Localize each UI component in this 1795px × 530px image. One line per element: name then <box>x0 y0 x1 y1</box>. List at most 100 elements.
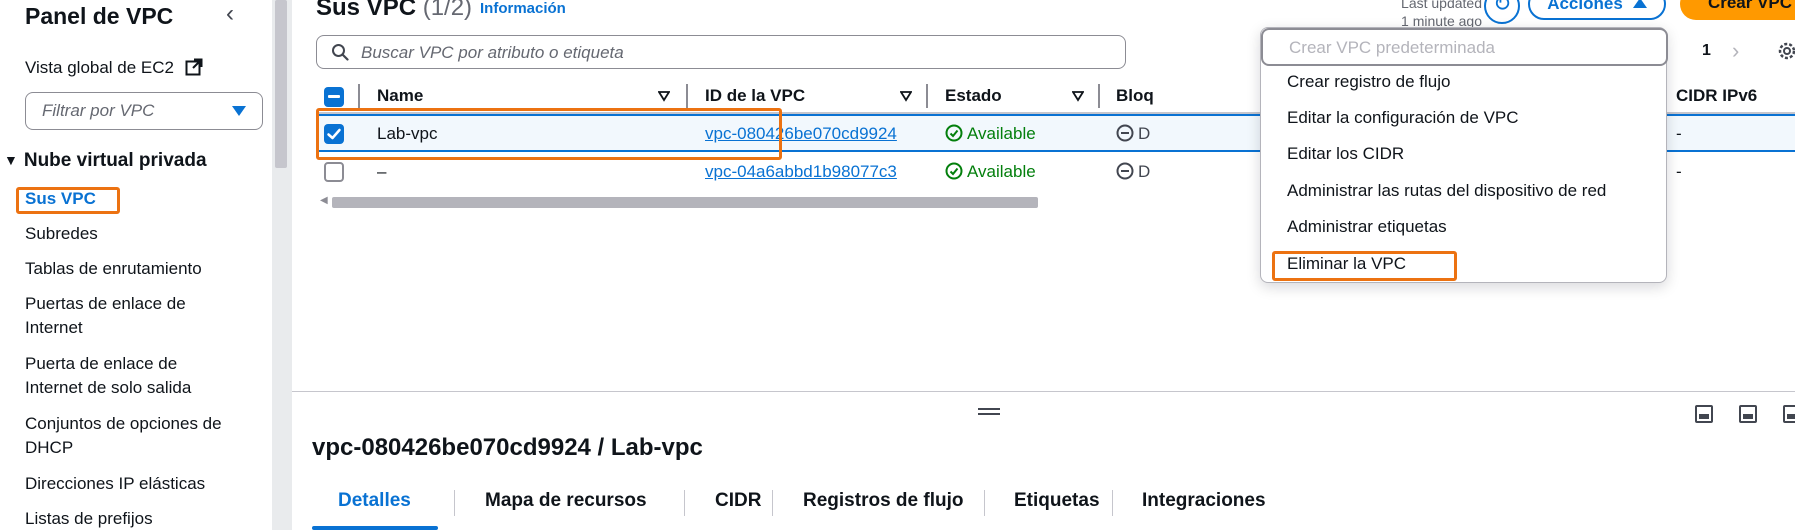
search-input[interactable]: Buscar VPC por atributo o etiqueta <box>316 35 1126 69</box>
search-placeholder: Buscar VPC por atributo o etiqueta <box>361 43 624 62</box>
select-all-checkbox[interactable] <box>324 87 344 107</box>
sidebar-item-egress-only-gateways[interactable]: Puerta de enlace de Internet de solo sal… <box>25 352 235 400</box>
details-title: vpc-080426be070cd9924 / Lab-vpc <box>312 434 703 461</box>
status-text: Available <box>967 162 1036 181</box>
menu-item-create-flow-log[interactable]: Crear registro de flujo <box>1287 70 1450 94</box>
block-text: D <box>1138 162 1151 181</box>
settings-gear-icon[interactable] <box>1776 40 1795 62</box>
menu-item-edit-vpc-settings[interactable]: Editar la configuración de VPC <box>1287 106 1519 130</box>
panel-side-icon[interactable] <box>1739 405 1757 423</box>
menu-item-label: Crear VPC predeterminada <box>1289 38 1495 57</box>
caret-down-icon: ▼ <box>4 152 18 168</box>
column-separator <box>1098 84 1100 108</box>
vpc-id-link[interactable]: vpc-04a6abbd1b98077c3 <box>705 162 897 182</box>
tab-cidr[interactable]: CIDR <box>715 490 761 512</box>
menu-item-edit-cidrs[interactable]: Editar los CIDR <box>1287 142 1404 166</box>
panel-close-icon[interactable] <box>1783 405 1795 423</box>
scroll-left-icon[interactable]: ◀ <box>320 195 328 206</box>
selection-count: (1/2) <box>422 0 473 21</box>
highlight-box <box>316 108 782 160</box>
menu-item-manage-tags[interactable]: Administrar etiquetas <box>1287 215 1447 239</box>
block-text: D <box>1138 124 1151 143</box>
column-header-vpc-id[interactable]: ID de la VPC <box>705 86 805 106</box>
sidebar-item-route-tables[interactable]: Tablas de enrutamiento <box>25 257 202 281</box>
highlight-box <box>1272 251 1457 281</box>
vpc-name: – <box>377 162 387 181</box>
collapse-sidebar-icon[interactable]: ‹ <box>226 2 248 26</box>
status-badge: Available <box>945 162 1036 182</box>
minus-circle-icon <box>1116 162 1134 180</box>
check-circle-icon <box>945 124 963 142</box>
scrollbar-thumb[interactable] <box>332 197 1038 208</box>
ipv6-cidr: - <box>1676 162 1682 181</box>
column-header-ipv6-cidr[interactable]: CIDR IPv6 <box>1676 86 1757 106</box>
last-updated-label: Last updated <box>1401 0 1482 11</box>
actions-dropdown-menu: Crear VPC predeterminada Crear registro … <box>1260 27 1668 283</box>
tab-details[interactable]: Detalles <box>338 490 411 512</box>
panel-bottom-icon[interactable] <box>1695 405 1713 423</box>
column-header-status[interactable]: Estado <box>945 86 1002 106</box>
tab-separator <box>1112 490 1113 516</box>
sidebar-item-dhcp-option-sets[interactable]: Conjuntos de opciones de DHCP <box>25 412 245 460</box>
sidebar-item-subnets[interactable]: Subredes <box>25 222 98 246</box>
page-number[interactable]: 1 <box>1702 42 1711 60</box>
tab-tags[interactable]: Etiquetas <box>1014 490 1100 512</box>
resize-handle-icon[interactable] <box>978 408 1000 418</box>
sort-icon[interactable] <box>900 90 912 102</box>
block-status: D <box>1116 162 1150 182</box>
info-link[interactable]: Información <box>480 0 566 17</box>
menu-item-create-default-vpc: Crear VPC predeterminada <box>1261 28 1668 66</box>
block-status: D <box>1116 124 1150 144</box>
refresh-button[interactable]: ↻ <box>1484 0 1520 24</box>
sidebar-scrollbar[interactable] <box>272 0 292 530</box>
column-separator <box>926 84 928 108</box>
column-header-block[interactable]: Bloq <box>1116 86 1154 106</box>
sort-icon[interactable] <box>1072 90 1084 102</box>
create-vpc-button[interactable]: Crear VPC <box>1680 0 1795 20</box>
actions-button[interactable]: Acciones <box>1528 0 1666 20</box>
tab-integrations[interactable]: Integraciones <box>1142 490 1266 512</box>
external-link-icon <box>185 58 203 76</box>
search-icon <box>332 44 349 61</box>
column-header-name[interactable]: Name <box>377 86 423 106</box>
tab-separator <box>772 490 773 516</box>
status-badge: Available <box>945 124 1036 144</box>
sidebar-item-label: Vista global de EC2 <box>25 58 175 77</box>
column-separator <box>686 84 688 108</box>
scrollbar-thumb[interactable] <box>275 0 287 168</box>
tab-separator <box>984 490 985 516</box>
sidebar-item-internet-gateways[interactable]: Puertas de enlace de Internet <box>25 292 235 340</box>
column-separator <box>358 84 360 108</box>
minus-circle-icon <box>1116 124 1134 142</box>
sidebar-item-ec2-global-view[interactable]: Vista global de EC2 <box>25 56 203 80</box>
active-tab-indicator <box>312 526 438 530</box>
last-updated: Last updated 1 minute ago <box>1302 0 1482 30</box>
sidebar-item-prefix-lists[interactable]: Listas de prefijos <box>25 507 153 530</box>
status-text: Available <box>967 124 1036 143</box>
check-circle-icon <box>945 162 963 180</box>
row-checkbox[interactable] <box>324 162 344 182</box>
sidebar: Panel de VPC ‹ Vista global de EC2 Filtr… <box>0 0 272 530</box>
ipv6-cidr: - <box>1676 124 1682 143</box>
sidebar-title: Panel de VPC <box>25 3 174 29</box>
vpc-filter-select[interactable]: Filtrar por VPC <box>25 92 263 130</box>
page-title: Sus VPC (1/2) <box>316 0 472 22</box>
tab-separator <box>454 490 455 516</box>
tab-flow-logs[interactable]: Registros de flujo <box>803 490 963 512</box>
sidebar-section-vpc[interactable]: ▼ Nube virtual privada <box>4 150 207 172</box>
page-title-text: Sus VPC <box>316 0 417 21</box>
caret-up-icon <box>1632 0 1647 8</box>
caret-down-icon <box>232 106 246 116</box>
tab-separator <box>684 490 685 516</box>
next-page-icon[interactable]: › <box>1732 38 1739 64</box>
highlight-box <box>16 187 120 214</box>
refresh-icon: ↻ <box>1493 0 1512 16</box>
sort-icon[interactable] <box>658 90 670 102</box>
sidebar-item-elastic-ips[interactable]: Direcciones IP elásticas <box>25 472 205 496</box>
sidebar-section-label: Nube virtual privada <box>23 150 207 171</box>
details-split-panel: vpc-080426be070cd9924 / Lab-vpc Detalles… <box>292 391 1795 530</box>
vpc-filter-placeholder: Filtrar por VPC <box>42 101 155 120</box>
menu-item-manage-middlebox-routes[interactable]: Administrar las rutas del dispositivo de… <box>1287 179 1606 203</box>
actions-button-label: Acciones <box>1547 0 1623 13</box>
tab-resource-map[interactable]: Mapa de recursos <box>485 490 647 512</box>
